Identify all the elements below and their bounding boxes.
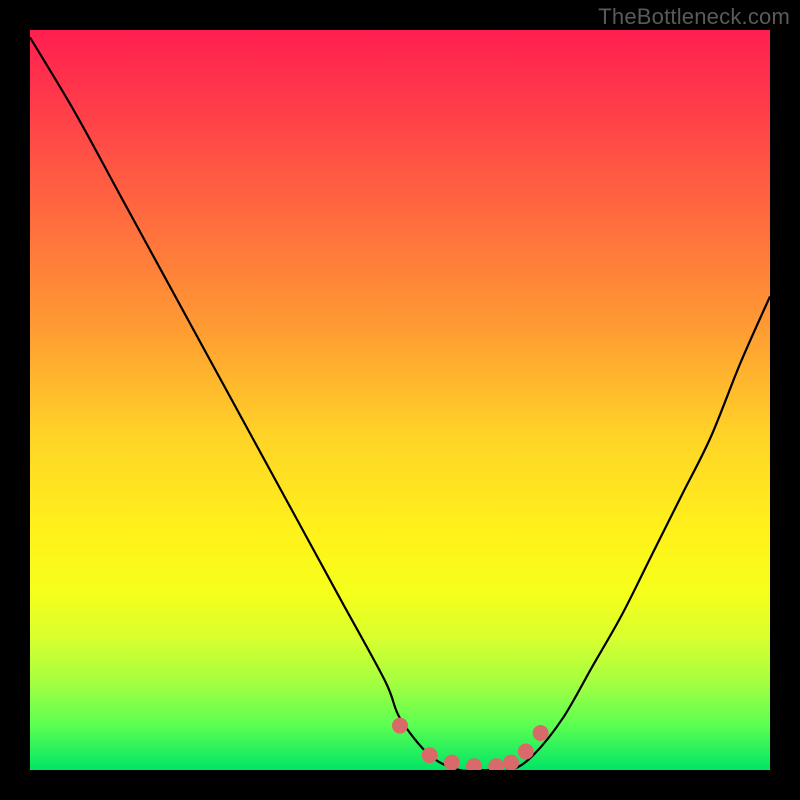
plot-area <box>30 30 770 770</box>
marker-dot <box>444 755 460 770</box>
marker-dot <box>533 725 549 741</box>
marker-dot <box>422 747 438 763</box>
watermark-label: TheBottleneck.com <box>598 4 790 30</box>
marker-dot <box>488 758 504 770</box>
marker-dot <box>503 755 519 770</box>
marker-dot <box>518 744 534 760</box>
curve-line <box>30 37 770 770</box>
marker-dot <box>466 758 482 770</box>
chart-container: TheBottleneck.com <box>0 0 800 800</box>
chart-svg <box>30 30 770 770</box>
marker-dot <box>392 718 408 734</box>
